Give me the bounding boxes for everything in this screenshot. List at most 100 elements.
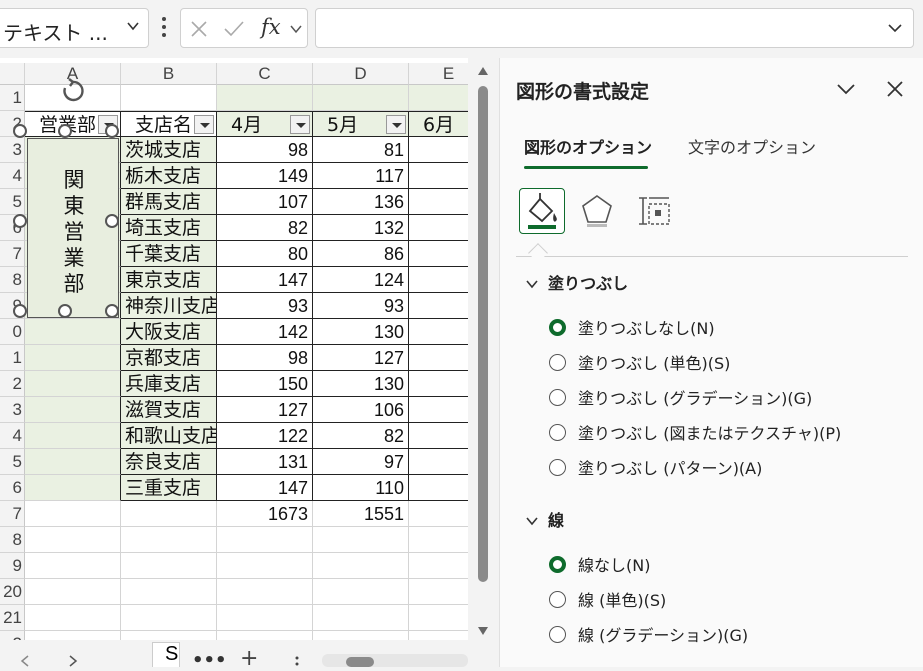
row-header[interactable]: 8 — [0, 527, 25, 553]
cell[interactable] — [25, 579, 121, 605]
row-header[interactable]: 7 — [0, 501, 25, 527]
expand-formula-icon[interactable] — [887, 21, 903, 35]
value-cell[interactable]: 150 — [217, 371, 313, 397]
value-cell[interactable] — [409, 293, 468, 319]
cell[interactable] — [121, 553, 217, 579]
cell[interactable] — [409, 85, 468, 111]
add-sheet-icon[interactable]: + — [240, 646, 258, 671]
section-line[interactable]: 線 — [526, 507, 564, 531]
cell[interactable] — [121, 631, 217, 640]
value-cell[interactable] — [409, 241, 468, 267]
value-cell[interactable]: 117 — [313, 163, 409, 189]
value-cell[interactable]: 130 — [313, 371, 409, 397]
section-fill[interactable]: 塗りつぶし — [526, 270, 628, 294]
total-cell[interactable]: 1673 — [217, 501, 313, 527]
cell[interactable] — [217, 579, 313, 605]
resize-handle[interactable] — [58, 124, 72, 138]
filter-dropdown-icon[interactable] — [194, 115, 214, 134]
value-cell[interactable] — [409, 397, 468, 423]
radio-option[interactable]: 塗りつぶし (グラデーション)(G) — [549, 385, 812, 409]
value-cell[interactable]: 130 — [313, 319, 409, 345]
branch-cell[interactable]: 奈良支店 — [121, 449, 217, 475]
cell[interactable] — [409, 605, 468, 631]
value-cell[interactable]: 127 — [217, 397, 313, 423]
cell[interactable] — [121, 501, 217, 527]
branch-cell[interactable]: 和歌山支店 — [121, 423, 217, 449]
value-cell[interactable]: 107 — [217, 189, 313, 215]
worksheet-grid[interactable]: ABCDE123456789012345678920212営業部支店名4月5月6… — [0, 58, 468, 640]
row-header[interactable]: 5 — [0, 449, 25, 475]
cell[interactable] — [25, 553, 121, 579]
cell[interactable] — [121, 579, 217, 605]
column-header[interactable]: B — [121, 63, 217, 85]
merged-cell[interactable] — [25, 371, 121, 397]
value-cell[interactable]: 106 — [313, 397, 409, 423]
branch-cell[interactable]: 群馬支店 — [121, 189, 217, 215]
radio-button[interactable] — [549, 388, 566, 406]
cell[interactable] — [25, 605, 121, 631]
branch-cell[interactable]: 兵庫支店 — [121, 371, 217, 397]
insert-function-icon[interactable]: fx — [261, 15, 281, 39]
cell[interactable] — [217, 553, 313, 579]
radio-button[interactable] — [549, 555, 566, 573]
row-header[interactable]: 5 — [0, 189, 25, 215]
cell[interactable] — [313, 527, 409, 553]
sheet-tab[interactable]: S — [152, 642, 180, 667]
close-icon[interactable] — [886, 80, 904, 98]
cell[interactable] — [409, 553, 468, 579]
cell[interactable] — [313, 631, 409, 640]
value-cell[interactable] — [409, 449, 468, 475]
cell[interactable] — [121, 605, 217, 631]
row-header[interactable]: 4 — [0, 423, 25, 449]
tab-text-options[interactable]: 文字のオプション — [688, 134, 816, 158]
value-cell[interactable]: 93 — [313, 293, 409, 319]
merged-cell[interactable] — [25, 397, 121, 423]
value-cell[interactable]: 98 — [217, 137, 313, 163]
row-header[interactable]: 21 — [0, 605, 25, 631]
prev-sheet-icon[interactable] — [20, 655, 30, 667]
value-cell[interactable]: 131 — [217, 449, 313, 475]
vertical-scrollbar[interactable] — [474, 64, 492, 642]
radio-button[interactable] — [549, 590, 566, 608]
radio-button[interactable] — [549, 625, 566, 643]
radio-button[interactable] — [549, 353, 566, 371]
value-cell[interactable]: 86 — [313, 241, 409, 267]
cell[interactable] — [217, 527, 313, 553]
value-cell[interactable]: 81 — [313, 137, 409, 163]
column-header[interactable]: D — [313, 63, 409, 85]
selected-shape[interactable]: 関東営業部 — [27, 138, 119, 318]
value-cell[interactable] — [409, 137, 468, 163]
chevron-down-icon[interactable] — [289, 23, 303, 35]
more-sheets-icon[interactable]: ••• — [192, 650, 227, 671]
cell[interactable] — [409, 527, 468, 553]
cell[interactable] — [217, 85, 313, 111]
row-header[interactable]: 2 — [0, 631, 25, 640]
scroll-up-icon[interactable] — [477, 66, 489, 76]
cell[interactable] — [313, 579, 409, 605]
row-header[interactable]: 4 — [0, 163, 25, 189]
row-header[interactable]: 3 — [0, 397, 25, 423]
total-cell[interactable]: 1 — [409, 501, 468, 527]
resize-handle[interactable] — [58, 304, 72, 318]
value-cell[interactable] — [409, 423, 468, 449]
header-cell[interactable]: 支店名 — [121, 111, 217, 137]
value-cell[interactable] — [409, 267, 468, 293]
branch-cell[interactable]: 埼玉支店 — [121, 215, 217, 241]
value-cell[interactable]: 80 — [217, 241, 313, 267]
row-header[interactable]: 6 — [0, 475, 25, 501]
cell[interactable] — [217, 631, 313, 640]
value-cell[interactable] — [409, 163, 468, 189]
header-cell[interactable]: 5月 — [313, 111, 409, 137]
row-header[interactable]: 7 — [0, 241, 25, 267]
merged-cell[interactable] — [25, 475, 121, 501]
resize-handle[interactable] — [13, 124, 27, 138]
filter-dropdown-icon[interactable] — [386, 115, 406, 134]
row-header[interactable]: 20 — [0, 579, 25, 605]
effects-button[interactable] — [575, 188, 621, 234]
merged-cell[interactable] — [25, 449, 121, 475]
fill-line-button[interactable] — [519, 188, 565, 234]
value-cell[interactable]: 147 — [217, 267, 313, 293]
radio-option[interactable]: 線 (単色)(S) — [549, 587, 666, 611]
check-icon[interactable] — [223, 19, 245, 39]
radio-button[interactable] — [549, 318, 566, 336]
